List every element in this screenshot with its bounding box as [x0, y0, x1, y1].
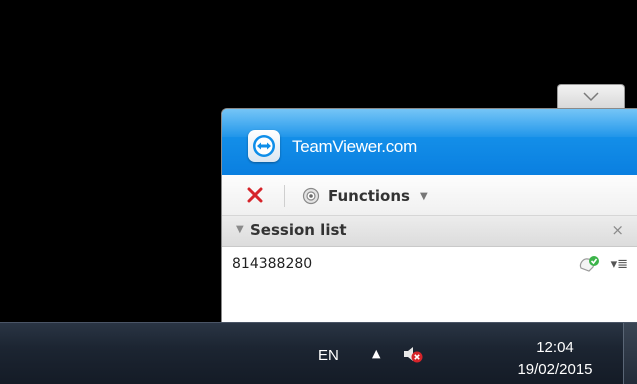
toolbar-divider	[284, 185, 285, 207]
close-icon[interactable]	[246, 186, 264, 204]
chevron-down-icon: ▼	[419, 190, 428, 202]
teamviewer-panel: TeamViewer.com Functions ▼ ▼ Session lis…	[221, 108, 637, 330]
show-desktop-button[interactable]	[623, 323, 637, 384]
triangle-down-icon[interactable]: ▼	[236, 224, 244, 235]
session-id: 814388280	[232, 256, 313, 272]
chevron-down-icon	[583, 92, 599, 102]
panel-header: TeamViewer.com	[222, 109, 637, 175]
toolbar: Functions ▼	[222, 175, 637, 216]
language-indicator[interactable]: EN	[318, 347, 339, 364]
session-list-header[interactable]: ▼ Session list ×	[222, 216, 637, 247]
triangle-up-icon[interactable]: ▲	[372, 347, 380, 360]
session-list-title: Session list	[250, 221, 347, 239]
session-list-close-button[interactable]: ×	[611, 221, 624, 239]
collapse-tab-button[interactable]	[557, 84, 625, 109]
clock-time: 12:04	[536, 339, 574, 356]
brand-link[interactable]: TeamViewer.com	[292, 137, 417, 157]
clock-date: 19/02/2015	[517, 361, 593, 378]
webcam-icon	[302, 187, 320, 205]
menu-icon[interactable]: ▾≣	[611, 257, 628, 272]
functions-label: Functions	[328, 187, 410, 205]
teamviewer-logo-icon[interactable]	[248, 130, 280, 162]
connected-check-icon[interactable]	[578, 255, 600, 275]
functions-menu-button[interactable]: Functions ▼	[302, 184, 428, 208]
taskbar: EN ▲ 12:04 19/02/2015	[0, 322, 637, 384]
system-clock[interactable]: 12:04 19/02/2015	[500, 337, 610, 381]
session-row[interactable]: 814388280 ▾≣	[222, 247, 637, 283]
speaker-muted-icon[interactable]	[402, 344, 424, 364]
